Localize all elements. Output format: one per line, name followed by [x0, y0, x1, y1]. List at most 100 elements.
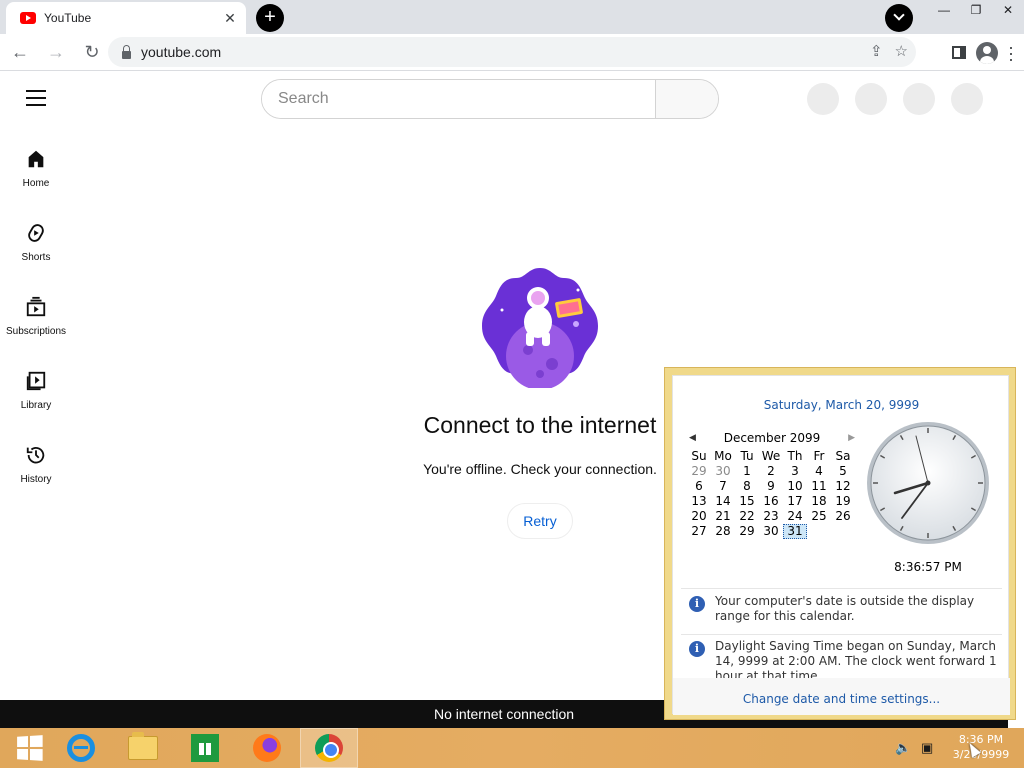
calendar-day[interactable]: 27 [687, 524, 711, 539]
speaker-icon[interactable]: 🔈 [895, 740, 913, 756]
calendar-day[interactable]: 24 [783, 509, 807, 524]
menu-kebab-icon[interactable]: · · · [1008, 38, 1014, 68]
close-window-button[interactable]: ✕ [992, 0, 1024, 22]
calendar-day[interactable]: 14 [711, 494, 735, 509]
start-button[interactable] [0, 728, 58, 768]
calendar-day[interactable]: 18 [807, 494, 831, 509]
network-icon[interactable]: ▣ [921, 740, 939, 756]
taskbar-windows-store[interactable] [176, 728, 234, 768]
weekday-header: Tu [740, 449, 754, 463]
calendar-day[interactable]: 26 [831, 509, 855, 524]
calendar-day[interactable]: 8 [735, 479, 759, 494]
calendar-day[interactable]: 20 [687, 509, 711, 524]
calendar-day[interactable]: 11 [807, 479, 831, 494]
calendar-day[interactable]: 29 [735, 524, 759, 539]
calendar-day[interactable]: 1 [735, 464, 759, 479]
taskbar-firefox[interactable] [238, 728, 296, 768]
flyout-long-date[interactable]: Saturday, March 20, 9999 [673, 398, 1010, 412]
reload-button[interactable]: ↻ [76, 36, 108, 68]
calendar-month-label[interactable]: December 2099 [724, 431, 821, 445]
profile-avatar-icon[interactable] [976, 41, 998, 64]
calendar-day[interactable]: 17 [783, 494, 807, 509]
restore-button[interactable]: ❐ [960, 0, 992, 22]
guide-item-library[interactable]: Library [0, 362, 72, 436]
info-icon: i [689, 641, 705, 657]
new-tab-button[interactable]: + [256, 4, 284, 32]
youtube-search-box [261, 79, 719, 119]
guide-item-home[interactable]: Home [0, 140, 72, 214]
taskbar-file-explorer[interactable] [114, 728, 172, 768]
guide-label: History [20, 474, 52, 485]
calendar-day[interactable]: 19 [831, 494, 855, 509]
header-placeholder-2 [855, 83, 887, 115]
taskbar-clock-time: 8:36 PM [958, 733, 1004, 746]
taskbar-chrome[interactable] [300, 728, 358, 768]
calendar-day[interactable]: 7 [711, 479, 735, 494]
weekday-header: Su [691, 449, 707, 463]
guide-item-subscriptions[interactable]: Subscriptions [0, 288, 72, 362]
subscriptions-icon [26, 296, 46, 317]
chrome-icon [315, 734, 343, 762]
calendar-day[interactable]: 10 [783, 479, 807, 494]
calendar-day[interactable]: 9 [759, 479, 783, 494]
calendar-day[interactable]: 12 [831, 479, 855, 494]
calendar-day[interactable]: 25 [807, 509, 831, 524]
guide-item-history[interactable]: History [0, 436, 72, 510]
next-month-icon[interactable]: ▶ [848, 428, 855, 448]
guide-label: Library [20, 400, 52, 411]
calendar-grid: Su Mo Tu We Th Fr Sa 29 30 1 2 3 4 5 6 7 8 9 10 11 12 13 14 15 1… [687, 449, 857, 539]
previous-month-icon[interactable]: ◀ [689, 428, 696, 448]
search-input[interactable] [262, 80, 655, 118]
offline-subtitle: You're offline. Check your connection. [423, 461, 657, 477]
firefox-icon [253, 734, 281, 762]
side-panel-icon[interactable] [952, 46, 966, 59]
url-text[interactable]: youtube.com [141, 44, 221, 60]
taskbar-internet-explorer[interactable] [52, 728, 110, 768]
windows-store-icon [191, 734, 219, 762]
tab-close-icon[interactable]: ✕ [220, 8, 240, 28]
calendar-day[interactable]: 3 [783, 464, 807, 479]
weekday-header: Sa [835, 449, 851, 463]
calendar-header: ◀ December 2099 ▶ [687, 428, 857, 448]
back-button[interactable]: ← [4, 36, 36, 68]
minimize-button[interactable]: — [928, 0, 960, 22]
calendar-day[interactable]: 22 [735, 509, 759, 524]
calendar-day[interactable]: 2 [759, 464, 783, 479]
header-placeholders [807, 83, 983, 115]
history-icon [26, 446, 45, 464]
calendar-day[interactable]: 23 [759, 509, 783, 524]
omnibox-actions: ⇪ ☆ [870, 42, 908, 60]
forward-button[interactable]: → [40, 36, 72, 68]
share-icon[interactable]: ⇪ [870, 42, 883, 60]
calendar-day[interactable]: 30 [711, 464, 735, 479]
header-placeholder-4 [951, 83, 983, 115]
bookmark-star-icon[interactable]: ☆ [895, 42, 908, 60]
calendar-day[interactable]: 28 [711, 524, 735, 539]
calendar-day[interactable]: 30 [759, 524, 783, 539]
search-button[interactable] [655, 80, 718, 118]
toolbar-right: · · · [952, 34, 1024, 71]
address-bar[interactable]: youtube.com ⇪ ☆ [108, 37, 916, 67]
calendar-day[interactable]: 21 [711, 509, 735, 524]
calendar-day[interactable]: 29 [687, 464, 711, 479]
tab-search-button[interactable] [885, 4, 913, 32]
tab-strip: YouTube ✕ + — ❐ ✕ [0, 0, 1024, 34]
taskbar-clock[interactable]: 8:36 PM 3/20/9999 [950, 732, 1012, 762]
calendar-day[interactable]: 31 [783, 524, 807, 539]
calendar-day[interactable]: 4 [807, 464, 831, 479]
change-date-time-settings-link[interactable]: Change date and time settings... [673, 692, 1010, 706]
calendar-day[interactable]: 6 [687, 479, 711, 494]
calendar-day[interactable]: 15 [735, 494, 759, 509]
analog-clock [867, 422, 989, 544]
tab-youtube[interactable]: YouTube ✕ [6, 2, 246, 34]
flyout-panel: Saturday, March 20, 9999 ◀ December 2099… [672, 375, 1010, 715]
lock-icon[interactable] [122, 44, 131, 59]
calendar-day[interactable]: 5 [831, 464, 855, 479]
guide-menu-icon[interactable] [26, 90, 46, 106]
retry-button[interactable]: Retry [507, 503, 573, 539]
guide-item-shorts[interactable]: Shorts [0, 214, 72, 288]
calendar-empty-cell [807, 524, 831, 539]
calendar-day[interactable]: 13 [687, 494, 711, 509]
calendar-day[interactable]: 16 [759, 494, 783, 509]
library-icon [26, 371, 46, 391]
